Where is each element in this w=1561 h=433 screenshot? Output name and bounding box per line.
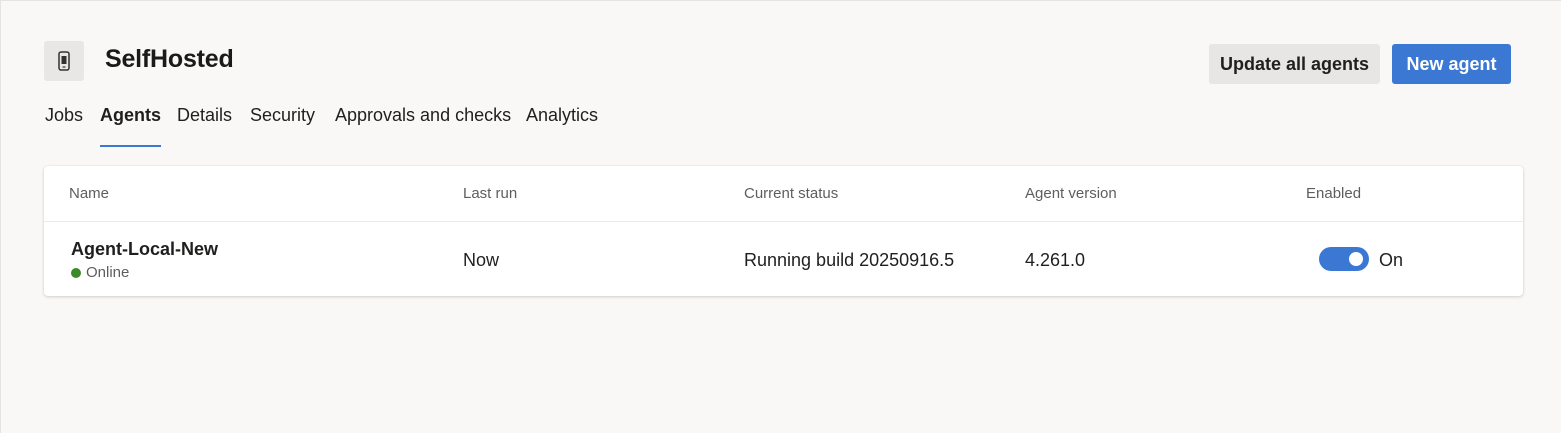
column-header-enabled[interactable]: Enabled bbox=[1306, 185, 1361, 202]
tab-jobs[interactable]: Jobs bbox=[45, 105, 83, 147]
tab-details[interactable]: Details bbox=[177, 105, 232, 147]
agent-current-status[interactable]: Running build 20250916.5 bbox=[744, 250, 954, 271]
tab-approvals-and-checks[interactable]: Approvals and checks bbox=[335, 105, 511, 147]
agent-online-status: Online bbox=[71, 264, 129, 281]
column-header-current-status[interactable]: Current status bbox=[744, 185, 838, 202]
toggle-knob bbox=[1349, 252, 1363, 266]
new-agent-button[interactable]: New agent bbox=[1392, 44, 1511, 84]
agent-pool-page: SelfHosted Update all agents New agent J… bbox=[0, 0, 1561, 433]
agent-last-run: Now bbox=[463, 250, 500, 270]
table-row[interactable]: Agent-Local-New Online Now Running build… bbox=[44, 222, 1523, 296]
tab-analytics[interactable]: Analytics bbox=[526, 105, 598, 147]
table-header: Name Last run Current status Agent versi… bbox=[44, 166, 1523, 222]
column-header-last-run[interactable]: Last run bbox=[463, 185, 517, 202]
agents-table: Name Last run Current status Agent versi… bbox=[44, 166, 1523, 296]
agent-enabled-label: On bbox=[1379, 250, 1404, 270]
page-title: SelfHosted bbox=[105, 45, 234, 73]
agent-version: 4.261.0 bbox=[1025, 250, 1086, 270]
agent-name[interactable]: Agent-Local-New bbox=[71, 239, 218, 260]
update-all-agents-button[interactable]: Update all agents bbox=[1209, 44, 1380, 84]
phone-device-icon bbox=[44, 41, 84, 81]
agent-enabled-toggle[interactable] bbox=[1319, 247, 1369, 271]
tab-agents[interactable]: Agents bbox=[100, 105, 162, 147]
column-header-agent-version[interactable]: Agent version bbox=[1025, 185, 1117, 202]
agent-status-label: Online bbox=[86, 264, 130, 281]
tab-security[interactable]: Security bbox=[250, 105, 315, 147]
column-header-name[interactable]: Name bbox=[69, 185, 109, 202]
online-status-dot-icon bbox=[71, 267, 81, 278]
